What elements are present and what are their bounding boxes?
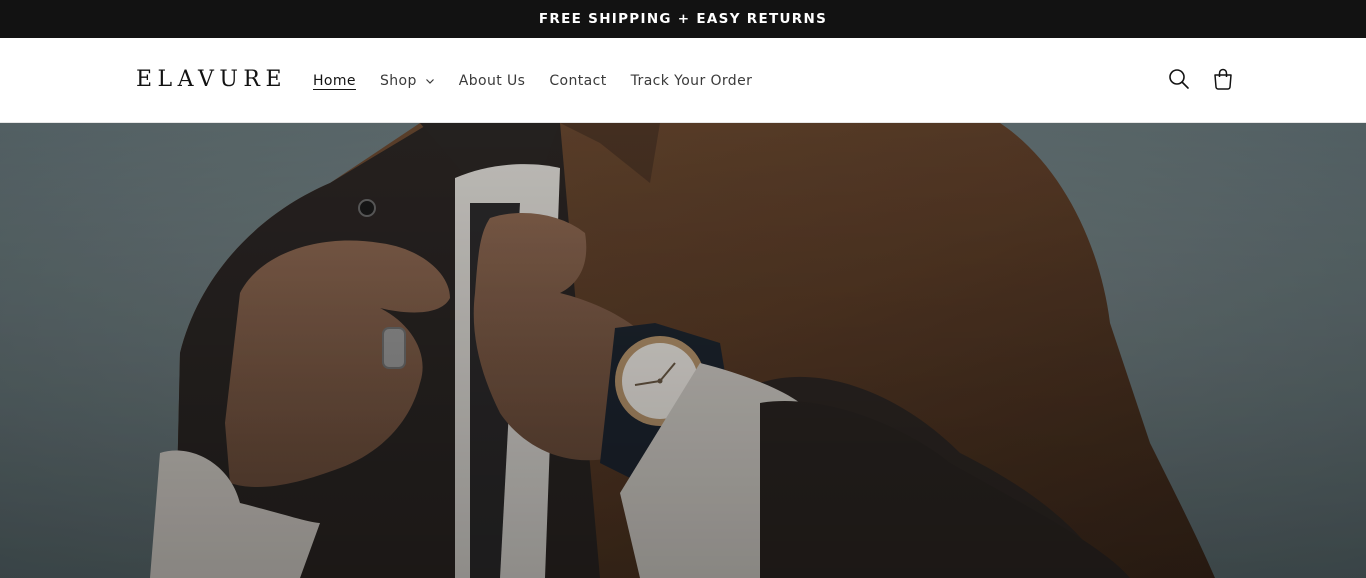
- nav-contact[interactable]: Contact: [549, 71, 606, 91]
- nav-track-order[interactable]: Track Your Order: [631, 71, 753, 91]
- nav-shop[interactable]: Shop: [380, 71, 435, 91]
- hero-banner: [0, 123, 1366, 578]
- hero-image: [0, 123, 1366, 578]
- nav-about[interactable]: About Us: [459, 71, 526, 91]
- main-nav: Home Shop About Us Contact Track Your Or…: [313, 71, 776, 91]
- cart-icon: [1214, 68, 1232, 90]
- nav-home[interactable]: Home: [313, 71, 356, 91]
- search-icon: [1169, 69, 1189, 89]
- store-logo[interactable]: ELAVURE: [136, 66, 287, 94]
- chevron-down-icon: [425, 79, 434, 84]
- search-button[interactable]: [1167, 67, 1191, 91]
- announcement-text: FREE SHIPPING + EASY RETURNS: [538, 11, 828, 27]
- announcement-bar: FREE SHIPPING + EASY RETURNS: [0, 0, 1366, 38]
- cart-button[interactable]: [1211, 67, 1235, 91]
- nav-shop-label: Shop: [379, 73, 417, 89]
- site-header: ELAVURE Home Shop About Us Contact Track…: [0, 38, 1366, 123]
